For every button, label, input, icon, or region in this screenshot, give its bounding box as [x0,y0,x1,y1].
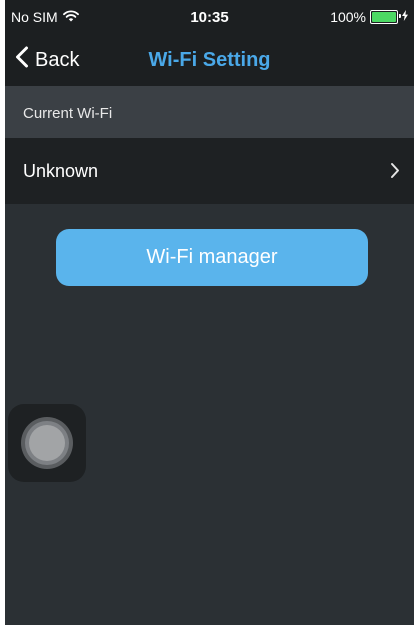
back-label: Back [35,48,80,71]
battery-fill [372,12,396,22]
assistive-touch-core [29,425,65,461]
back-button[interactable]: Back [15,34,79,86]
assistive-touch-ring-inner [25,421,69,465]
phone-screen: No SIM 10:35 100% Back Wi-Fi Setting Cur… [5,0,414,625]
chevron-right-icon [390,162,400,184]
assistive-touch-ring [21,417,73,469]
battery-status: 100% [330,9,408,25]
status-bar: No SIM 10:35 100% [5,0,414,34]
battery-icon [370,10,401,24]
assistive-touch-icon[interactable] [8,404,86,482]
wifi-manager-button[interactable]: Wi-Fi manager [56,229,368,286]
lightning-icon [402,10,408,24]
chevron-left-icon [15,46,29,74]
current-wifi-row[interactable]: Unknown [5,138,414,204]
section-header-label: Current Wi-Fi [23,105,113,122]
section-header: Current Wi-Fi [5,86,414,138]
battery-percent: 100% [330,9,366,25]
current-wifi-value: Unknown [23,161,99,181]
navigation-bar: Back Wi-Fi Setting [5,34,414,86]
battery-cap [399,14,401,18]
